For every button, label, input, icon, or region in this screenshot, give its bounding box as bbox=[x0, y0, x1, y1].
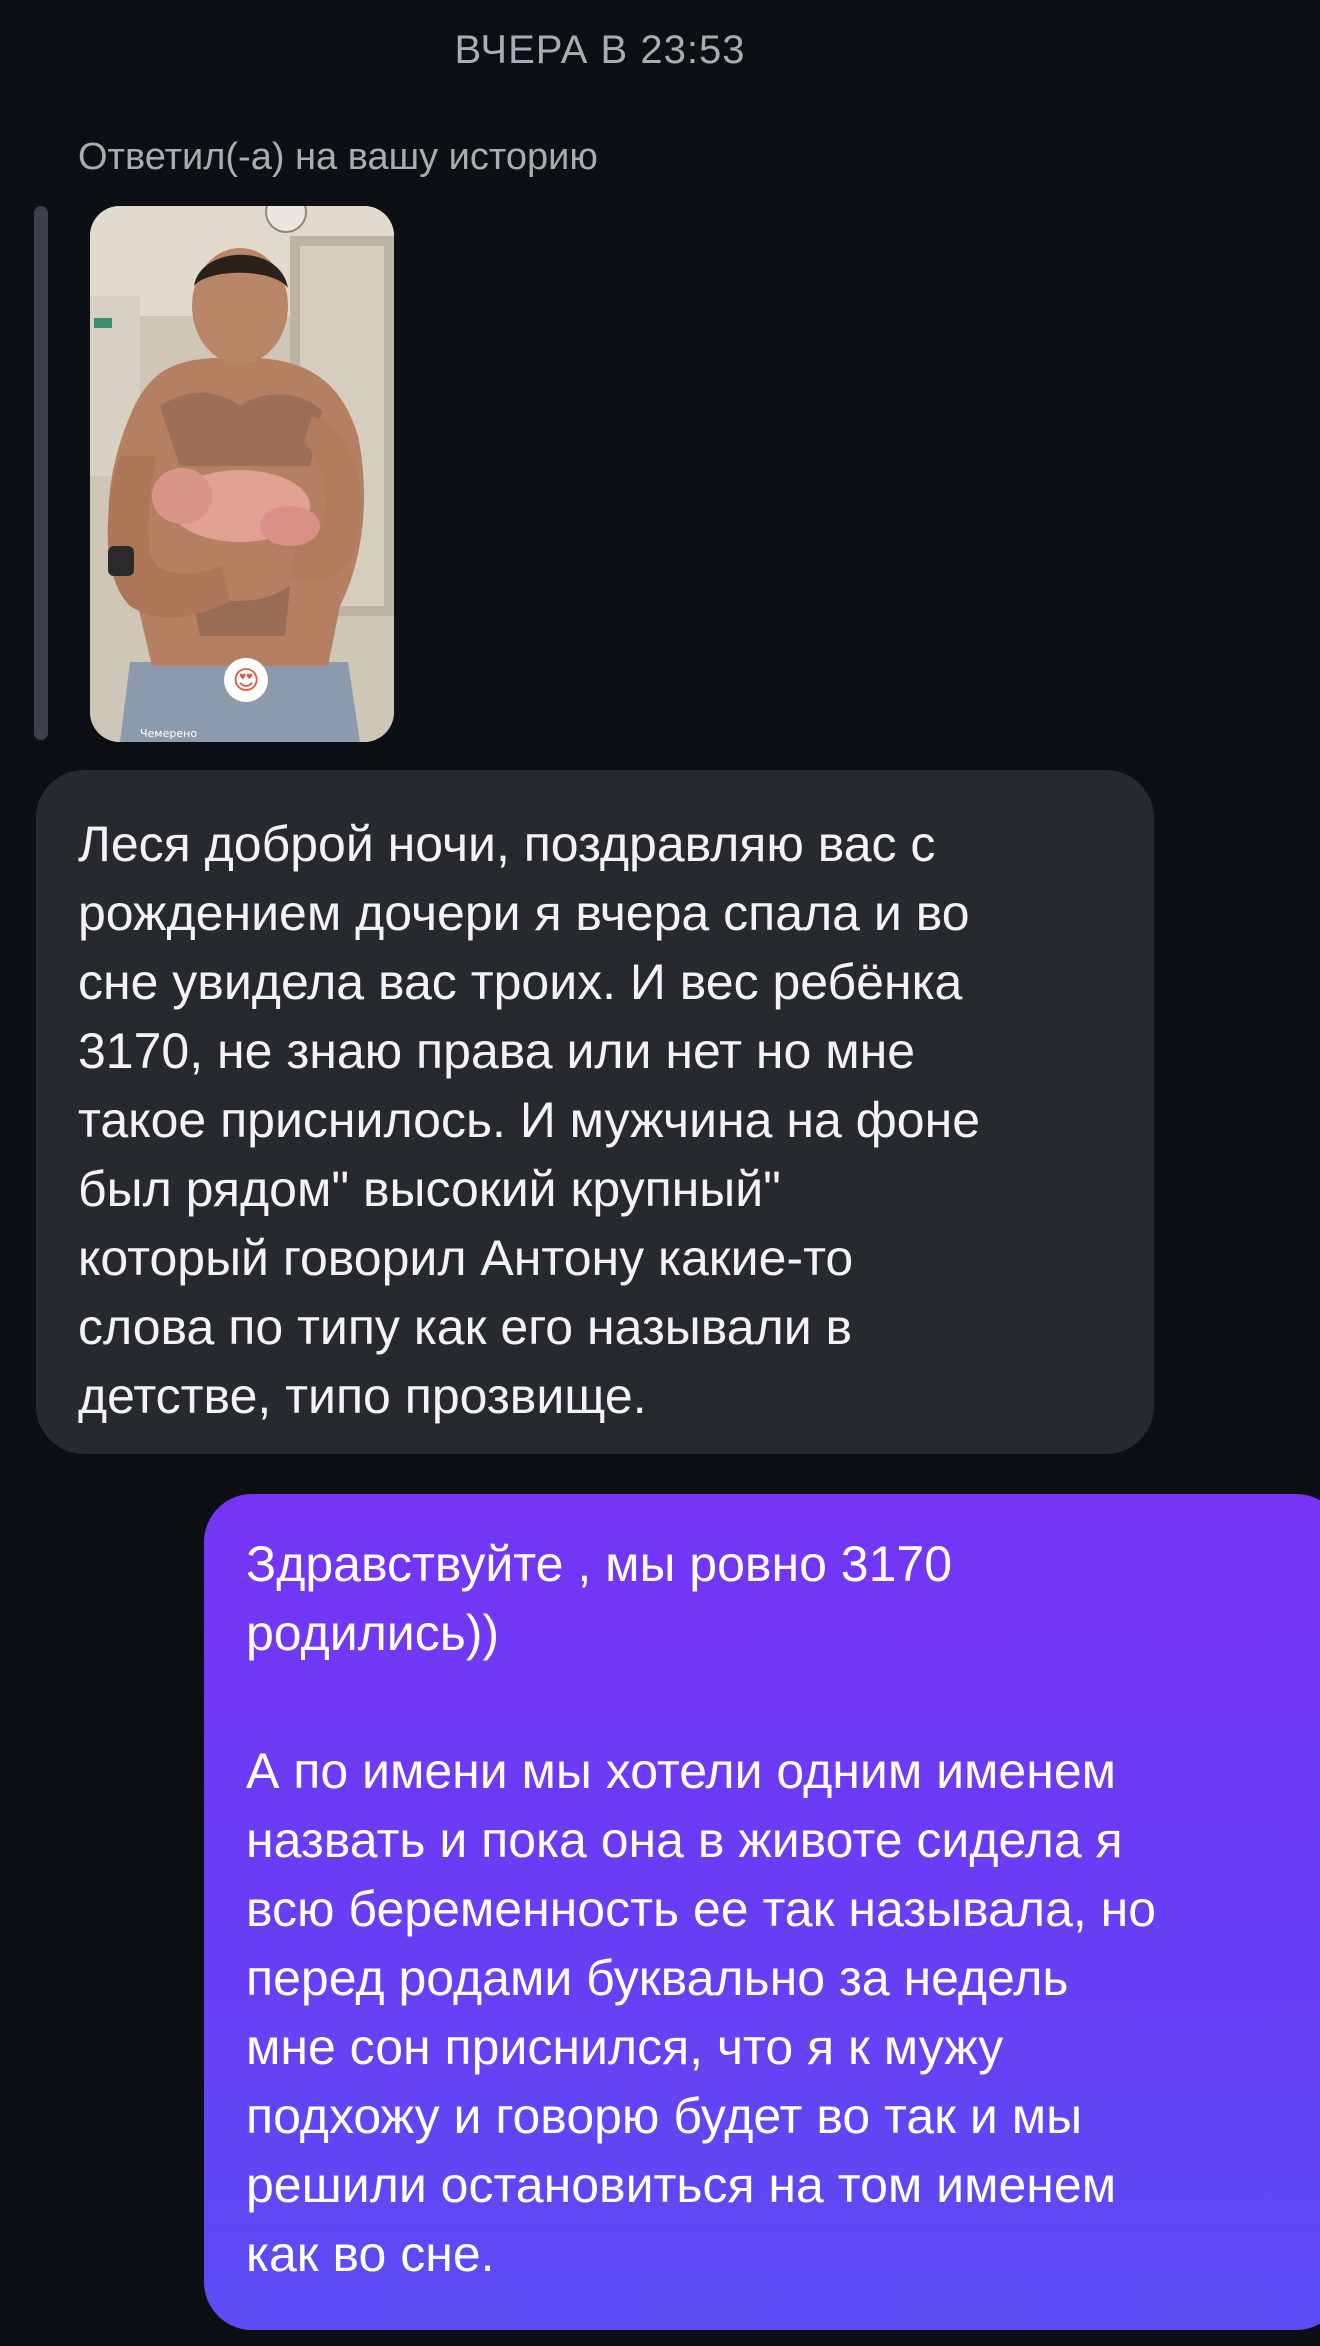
outgoing-message-bubble[interactable]: Здравствуйте , мы ровно 3170 родились)) … bbox=[204, 1494, 1320, 2330]
chat-screen: ВЧЕРА В 23:53 Ответил(-а) на вашу истори… bbox=[0, 0, 1320, 2346]
story-thumbnail[interactable]: 😍 Чемерено bbox=[90, 206, 394, 742]
story-reply-label: Ответил(-а) на вашу историю bbox=[78, 136, 598, 178]
story-caption: Чемерено bbox=[140, 727, 198, 740]
heart-eyes-reaction-icon: 😍 bbox=[224, 658, 268, 702]
date-separator: ВЧЕРА В 23:53 bbox=[454, 28, 746, 72]
reply-quote-bar bbox=[34, 206, 48, 740]
incoming-message-bubble[interactable]: Леся доброй ночи, поздравляю вас с рожде… bbox=[36, 770, 1154, 1454]
